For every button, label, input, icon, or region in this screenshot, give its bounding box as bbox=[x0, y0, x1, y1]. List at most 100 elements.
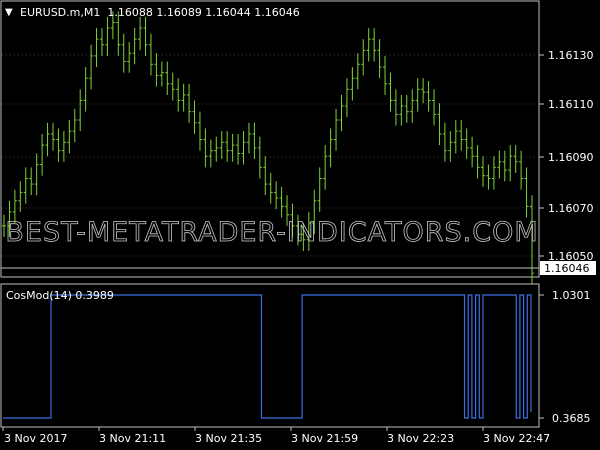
price-bar bbox=[263, 156, 268, 196]
price-bar bbox=[23, 167, 28, 204]
price-bar bbox=[56, 128, 61, 162]
price-bar bbox=[72, 108, 77, 143]
trading-terminal-chart[interactable]: ▼ EURUSD.m,M1 1.16088 1.16089 1.16044 1.… bbox=[0, 0, 600, 450]
time-axis-label: 3 Nov 2017 bbox=[4, 432, 67, 445]
price-bar bbox=[350, 67, 355, 101]
price-bar bbox=[99, 28, 104, 56]
price-bar bbox=[410, 89, 415, 123]
price-bar bbox=[486, 164, 491, 190]
price-bar bbox=[268, 172, 273, 204]
price-bar bbox=[437, 103, 442, 146]
price-bar bbox=[415, 78, 420, 112]
time-axis-label: 3 Nov 21:35 bbox=[195, 432, 262, 445]
price-bar bbox=[339, 94, 344, 132]
cosmod-indicator-line bbox=[3, 294, 532, 419]
price-bar bbox=[181, 83, 186, 112]
price-bar bbox=[404, 94, 409, 123]
price-bar bbox=[67, 120, 72, 154]
price-bar bbox=[442, 122, 447, 162]
price-axis-label: 1.16130 bbox=[548, 49, 594, 62]
price-bar bbox=[393, 89, 398, 126]
price-bar bbox=[448, 131, 453, 162]
time-axis-label: 3 Nov 21:11 bbox=[99, 432, 166, 445]
price-bar bbox=[89, 44, 94, 90]
price-bar bbox=[432, 89, 437, 126]
price-bar bbox=[453, 120, 458, 154]
price-bar bbox=[491, 156, 496, 190]
price-bar bbox=[246, 122, 251, 154]
price-bar bbox=[421, 78, 426, 104]
price-bar bbox=[159, 61, 164, 87]
price-bar bbox=[241, 131, 246, 165]
indicator-axis-label-max: 1.0301 bbox=[552, 289, 591, 302]
price-bar bbox=[383, 55, 388, 95]
price-bar bbox=[459, 120, 464, 151]
price-bar bbox=[328, 128, 333, 168]
price-bar bbox=[105, 16, 110, 56]
price-bar bbox=[197, 111, 202, 151]
price-bar bbox=[274, 181, 279, 210]
price-bar bbox=[34, 153, 39, 196]
price-bar bbox=[138, 16, 143, 51]
price-bar bbox=[219, 131, 224, 159]
price-bar bbox=[508, 145, 513, 182]
indicator-label: CosMod(14) 0.3989 bbox=[6, 289, 114, 302]
price-bar bbox=[524, 167, 529, 218]
indicator-axis: 1.0301 0.3685 bbox=[539, 289, 591, 425]
time-axis-label: 3 Nov 22:47 bbox=[483, 432, 550, 445]
price-bar bbox=[475, 145, 480, 179]
price-bar bbox=[192, 100, 197, 134]
price-bar bbox=[94, 28, 99, 68]
price-bar bbox=[230, 133, 235, 162]
price-bar bbox=[170, 72, 175, 101]
price-bar bbox=[470, 136, 475, 168]
time-axis: 3 Nov 2017 3 Nov 21:11 3 Nov 21:35 3 Nov… bbox=[2, 427, 550, 445]
price-bar bbox=[83, 67, 88, 112]
indicator-pane-frame bbox=[0, 283, 540, 428]
price-bar bbox=[481, 156, 486, 187]
symbol-ohlc-header: EURUSD.m,M1 1.16088 1.16089 1.16044 1.16… bbox=[20, 6, 300, 19]
price-bar bbox=[497, 150, 502, 179]
price-bar bbox=[165, 61, 170, 95]
price-axis-label: 1.16090 bbox=[548, 151, 594, 164]
price-bar bbox=[176, 78, 181, 112]
price-bar bbox=[252, 122, 257, 159]
price-bar bbox=[187, 83, 192, 123]
price-bar bbox=[127, 42, 132, 73]
price-bar bbox=[519, 150, 524, 190]
time-axis-label: 3 Nov 22:23 bbox=[387, 432, 454, 445]
price-bar bbox=[279, 186, 284, 218]
price-axis-label: 1.16110 bbox=[548, 98, 594, 111]
price-bar bbox=[40, 133, 45, 176]
time-axis-label: 3 Nov 21:59 bbox=[291, 432, 358, 445]
price-bar bbox=[143, 16, 148, 56]
price-bar bbox=[464, 128, 469, 159]
price-bar bbox=[208, 139, 213, 168]
price-bar bbox=[225, 131, 230, 162]
price-bar bbox=[355, 53, 360, 90]
price-bar bbox=[203, 128, 208, 168]
price-bar bbox=[334, 108, 339, 151]
price-bar bbox=[236, 133, 241, 165]
price-bar bbox=[121, 33, 126, 73]
indicator-pane[interactable]: CosMod(14) 0.3989 bbox=[0, 283, 540, 428]
price-bar bbox=[148, 33, 153, 76]
price-bar bbox=[361, 39, 366, 76]
price-bar bbox=[513, 145, 518, 173]
price-bar bbox=[132, 28, 137, 65]
price-bar bbox=[29, 167, 34, 196]
price-bar bbox=[154, 53, 159, 87]
price-bar bbox=[323, 145, 328, 190]
current-price-tag-label: 1.16046 bbox=[544, 262, 590, 275]
price-bar bbox=[399, 94, 404, 126]
symbol-dropdown-icon[interactable]: ▼ bbox=[5, 7, 13, 18]
price-bar bbox=[366, 28, 371, 62]
price-bar bbox=[388, 72, 393, 112]
indicator-axis-label-min: 0.3685 bbox=[552, 412, 591, 425]
price-bar bbox=[214, 136, 219, 162]
price-bar bbox=[344, 78, 349, 118]
price-axis-label: 1.16070 bbox=[548, 202, 594, 215]
price-bar bbox=[257, 136, 262, 179]
price-bar bbox=[377, 39, 382, 79]
price-bar bbox=[502, 150, 507, 182]
